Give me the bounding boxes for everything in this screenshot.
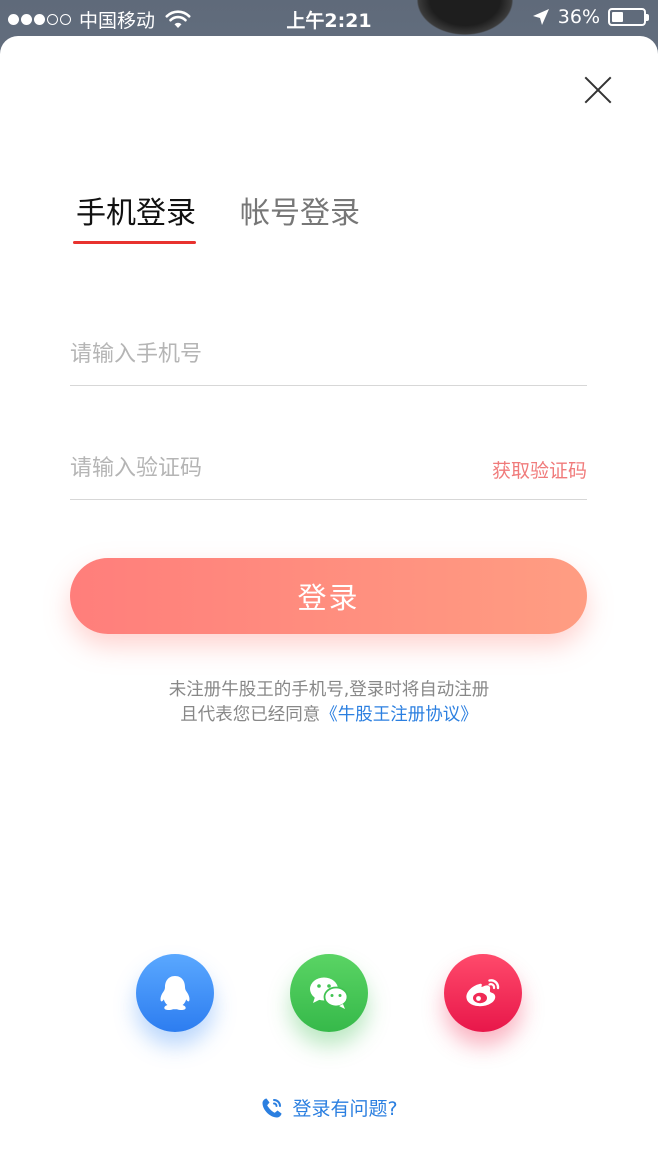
battery-icon: [608, 8, 649, 26]
get-code-button[interactable]: 获取验证码: [492, 456, 587, 483]
login-help-link[interactable]: 登录有问题?: [0, 1094, 658, 1121]
phone-input[interactable]: [70, 336, 450, 372]
registration-notice: 未注册牛股王的手机号,登录时将自动注册 且代表您已经同意《牛股王注册协议》: [0, 678, 658, 728]
status-right: 36%: [532, 6, 649, 28]
battery-percent: 36%: [557, 6, 600, 28]
code-field: 获取验证码: [70, 440, 587, 500]
wechat-login-button[interactable]: [290, 954, 368, 1032]
battery-fill: [612, 12, 623, 22]
notice-line-2-text: 且代表您已经同意: [180, 705, 321, 725]
active-tab-indicator: [73, 241, 196, 244]
background-avatar: [410, 0, 520, 40]
close-button[interactable]: [582, 74, 614, 106]
location-arrow-icon: [532, 9, 549, 25]
phone-icon: [262, 1098, 282, 1117]
qq-penguin-icon: [160, 976, 190, 1011]
notice-line-2: 且代表您已经同意《牛股王注册协议》: [0, 703, 658, 728]
help-label: 登录有问题?: [292, 1098, 398, 1120]
agreement-link[interactable]: 《牛股王注册协议》: [320, 705, 478, 725]
login-button[interactable]: 登录: [70, 558, 587, 634]
weibo-login-button[interactable]: [444, 954, 522, 1032]
verification-code-input[interactable]: [70, 450, 450, 486]
tab-account-login[interactable]: 帐号登录: [240, 188, 360, 232]
tab-phone-login[interactable]: 手机登录: [76, 188, 196, 232]
phone-field: [70, 326, 587, 386]
qq-login-button[interactable]: [136, 954, 214, 1032]
weibo-icon: [466, 979, 500, 1007]
notice-line-1: 未注册牛股王的手机号,登录时将自动注册: [168, 680, 490, 700]
login-sheet: 手机登录 帐号登录 获取验证码 登录 未注册牛股王的手机号,登录时将自动注册 且…: [0, 36, 658, 1170]
status-bar: 中国移动 上午2:21 36%: [0, 0, 658, 36]
wechat-icon: [310, 977, 349, 1009]
